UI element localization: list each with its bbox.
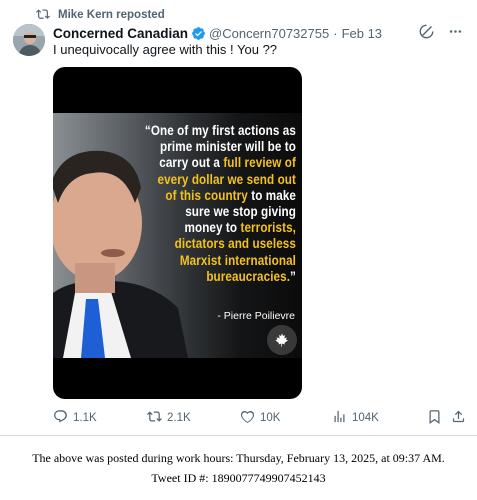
quote-highlight: full review of — [223, 155, 296, 171]
views-button[interactable]: 104K — [332, 409, 379, 427]
quote-line: dictators and useless — [87, 236, 296, 252]
quote-text: money to — [184, 220, 241, 236]
avatar[interactable] — [13, 24, 45, 56]
quote-text: ” — [290, 268, 296, 284]
author-name[interactable]: Concerned Canadian — [53, 26, 188, 41]
quote-highlight: every dollar we send out — [157, 171, 296, 187]
repost-label[interactable]: Mike Kern reposted — [58, 9, 165, 21]
bookmark-icon — [427, 409, 442, 427]
quote-text: carry out a — [159, 155, 224, 171]
grok-icon[interactable] — [419, 24, 434, 44]
share-button[interactable] — [451, 409, 466, 427]
views-icon — [332, 409, 347, 427]
quote-highlight: terrorists, — [240, 220, 296, 236]
reply-icon — [53, 409, 68, 427]
tweet[interactable]: Mike Kern reposted Concerned Canadian @C… — [0, 0, 477, 436]
quote-line: Marxist international — [87, 253, 296, 269]
repost-count: 2.1K — [167, 412, 191, 424]
more-icon[interactable] — [448, 24, 463, 44]
quote-line: carry out a full review of — [87, 155, 296, 171]
quote-text: to make — [247, 187, 296, 203]
like-count: 10K — [260, 412, 281, 424]
post-date[interactable]: Feb 13 — [342, 26, 382, 41]
quote-line: sure we stop giving — [87, 204, 296, 220]
repost-icon — [36, 6, 50, 24]
action-bar: 1.1K 2.1K 10K 104K — [53, 409, 471, 427]
reply-button[interactable]: 1.1K — [53, 409, 97, 427]
tweet-media-image[interactable]: “One of my first actions as prime ministe… — [53, 67, 302, 399]
quote-line: money to terrorists, — [87, 220, 296, 236]
quote-text: prime minister will be to — [160, 139, 296, 155]
quote-highlight: Marxist international — [179, 252, 296, 268]
tweet-header: Concerned Canadian @Concern70732755 · Fe… — [53, 24, 467, 42]
image-attribution: - Pierre Poilievre — [217, 310, 295, 322]
author-handle[interactable]: @Concern70732755 — [209, 26, 329, 41]
share-icon — [451, 409, 466, 427]
quote-text: sure we stop giving — [185, 204, 296, 220]
quote-text: “One of my first actions as — [144, 123, 296, 138]
repost-icon — [147, 409, 162, 427]
footer-line-tweet-id: Tweet ID #: 1890077749907452143 — [151, 471, 326, 485]
image-quote: “One of my first actions as prime ministe… — [87, 123, 296, 285]
quote-line: “One of my first actions as — [87, 123, 296, 139]
repost-button[interactable]: 2.1K — [147, 409, 191, 427]
footer-line-posted: The above was posted during work hours: … — [32, 451, 445, 465]
quote-line: of this country to make — [87, 188, 296, 204]
maple-leaf-logo — [267, 325, 297, 355]
quote-line: bureaucracies.” — [87, 269, 296, 285]
tweet-text: I unequivocally agree with this ! You ?? — [53, 42, 278, 57]
footer-caption: The above was posted during work hours: … — [0, 448, 477, 488]
quote-highlight: of this country — [165, 187, 248, 203]
separator: · — [333, 25, 338, 41]
quote-highlight: bureaucracies. — [206, 268, 291, 284]
repost-indicator: Mike Kern reposted — [36, 7, 165, 23]
verified-badge-icon — [191, 26, 206, 41]
reply-count: 1.1K — [73, 412, 97, 424]
quote-line: every dollar we send out — [87, 172, 296, 188]
views-count: 104K — [352, 412, 379, 424]
quote-line: prime minister will be to — [87, 139, 296, 155]
like-button[interactable]: 10K — [240, 409, 280, 427]
quote-highlight: dictators and useless — [174, 236, 296, 252]
like-icon — [240, 409, 255, 427]
bookmark-button[interactable] — [427, 409, 442, 427]
